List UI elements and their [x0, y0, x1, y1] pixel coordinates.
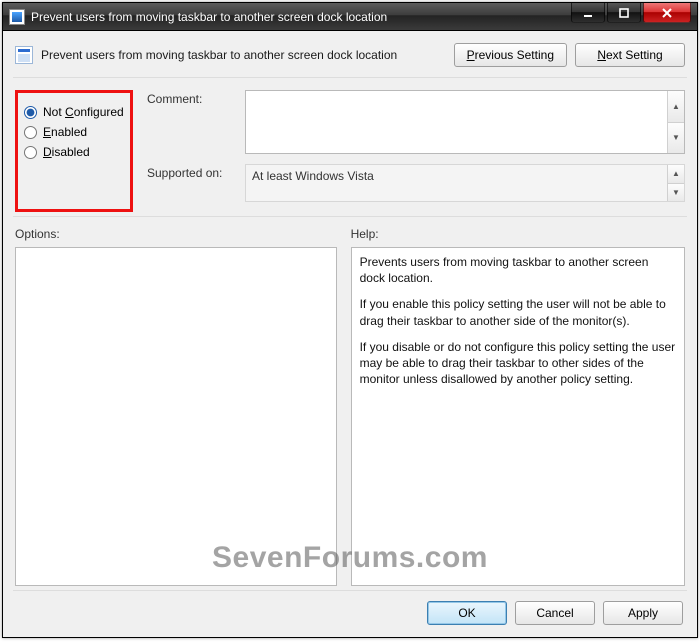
supported-field-row: Supported on: At least Windows Vista ▲ ▼ — [147, 164, 685, 202]
radio-not-configured[interactable] — [24, 106, 37, 119]
comment-label: Comment: — [147, 90, 237, 106]
window-title: Prevent users from moving taskbar to ano… — [31, 10, 571, 24]
radio-disabled[interactable] — [24, 146, 37, 159]
help-box[interactable]: Prevents users from moving taskbar to an… — [351, 247, 685, 586]
minimize-icon — [583, 8, 593, 18]
supported-scroll-up[interactable]: ▲ — [668, 165, 684, 184]
radio-disabled-row: Disabled — [24, 145, 124, 159]
dialog-footer: OK Cancel Apply — [13, 590, 687, 627]
policy-icon — [15, 46, 33, 64]
maximize-button[interactable] — [607, 3, 641, 23]
maximize-icon — [619, 8, 629, 18]
settings-row: Not Configured Enabled Disabled Comment: — [13, 78, 687, 217]
radio-not-configured-label[interactable]: Not Configured — [43, 105, 124, 119]
previous-setting-button[interactable]: Previous Setting — [454, 43, 567, 67]
radio-not-configured-row: Not Configured — [24, 105, 124, 119]
help-label: Help: — [351, 227, 685, 241]
supported-label: Supported on: — [147, 164, 237, 180]
close-icon — [661, 8, 673, 18]
client-area: Prevent users from moving taskbar to ano… — [3, 31, 697, 637]
previous-setting-label: revious Setting — [475, 48, 554, 62]
dialog-window: Prevent users from moving taskbar to ano… — [2, 2, 698, 638]
minimize-button[interactable] — [571, 3, 605, 23]
window-buttons — [571, 3, 697, 30]
radio-enabled-label[interactable]: Enabled — [43, 125, 87, 139]
radio-enabled-row: Enabled — [24, 125, 124, 139]
policy-title: Prevent users from moving taskbar to ano… — [41, 48, 446, 62]
app-icon — [9, 9, 25, 25]
comment-input[interactable] — [246, 91, 667, 153]
options-pane: Options: — [15, 227, 337, 586]
comment-field-row: Comment: ▲ ▼ — [147, 90, 685, 154]
help-pane: Help: Prevents users from moving taskbar… — [351, 227, 685, 586]
comment-scroll-up[interactable]: ▲ — [668, 91, 684, 123]
supported-value: At least Windows Vista — [246, 165, 667, 201]
lower-panes: Options: Help: Prevents users from movin… — [13, 217, 687, 590]
titlebar: Prevent users from moving taskbar to ano… — [3, 3, 697, 31]
radio-disabled-label[interactable]: Disabled — [43, 145, 90, 159]
ok-button[interactable]: OK — [427, 601, 507, 625]
supported-scroll: ▲ ▼ — [667, 165, 684, 201]
comment-scroll-down[interactable]: ▼ — [668, 123, 684, 154]
radio-enabled[interactable] — [24, 126, 37, 139]
supported-scroll-down[interactable]: ▼ — [668, 184, 684, 202]
next-setting-button[interactable]: Next Setting — [575, 43, 685, 67]
options-label: Options: — [15, 227, 337, 241]
next-setting-label: ext Setting — [606, 48, 663, 62]
comment-shell: ▲ ▼ — [245, 90, 685, 154]
apply-button[interactable]: Apply — [603, 601, 683, 625]
policy-header: Prevent users from moving taskbar to ano… — [13, 39, 687, 78]
fields-column: Comment: ▲ ▼ Supported on: At least Wind… — [147, 90, 685, 212]
comment-scroll: ▲ ▼ — [667, 91, 684, 153]
options-box[interactable] — [15, 247, 337, 586]
cancel-button[interactable]: Cancel — [515, 601, 595, 625]
close-button[interactable] — [643, 3, 691, 23]
supported-shell: At least Windows Vista ▲ ▼ — [245, 164, 685, 202]
state-radio-group: Not Configured Enabled Disabled — [15, 90, 133, 212]
